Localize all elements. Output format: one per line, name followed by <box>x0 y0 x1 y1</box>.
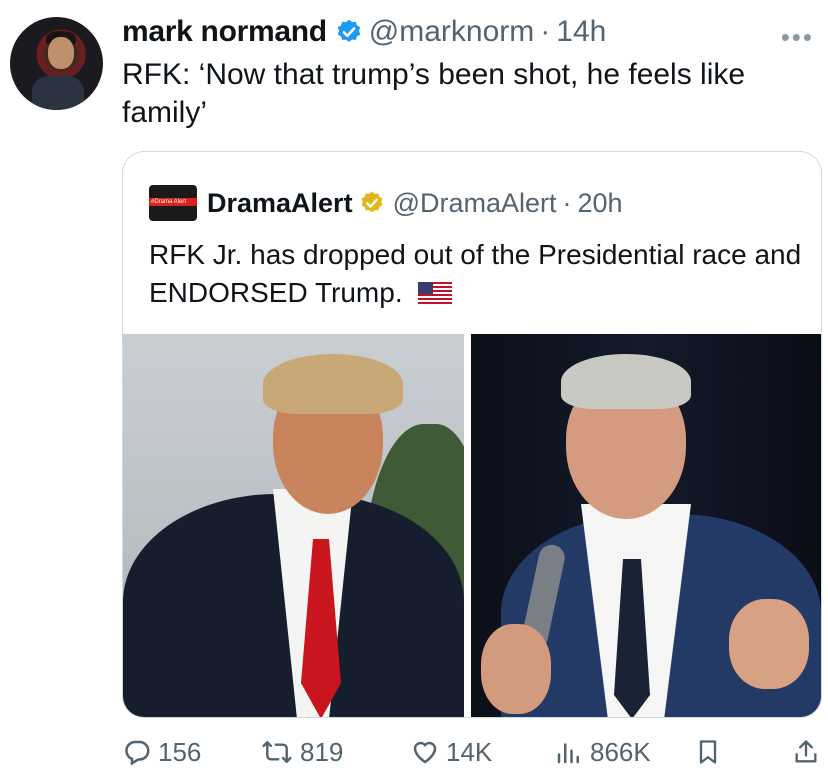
views-icon <box>557 743 579 764</box>
reply-count: 156 <box>158 736 202 767</box>
quote-header: #Drama Alert DramaAlert @DramaAlert · 20… <box>149 185 623 221</box>
reply-button[interactable]: 156 <box>122 732 201 772</box>
author-handle[interactable]: @marknorm <box>369 15 534 49</box>
author-name[interactable]: mark normand <box>122 15 327 49</box>
quote-text: RFK Jr. has dropped out of the President… <box>149 236 809 312</box>
quote-time[interactable]: 20h <box>578 188 623 219</box>
photo-rfk[interactable] <box>471 334 821 717</box>
verified-gold-badge-icon <box>361 191 383 213</box>
quote-author-name[interactable]: DramaAlert <box>207 188 353 219</box>
repost-button[interactable]: 819 <box>260 732 343 772</box>
us-flag-icon <box>418 282 453 304</box>
heart-icon <box>413 741 437 764</box>
bookmark-button[interactable] <box>694 732 728 772</box>
quote-avatar-label: #Drama Alert <box>151 199 187 205</box>
share-icon <box>795 740 817 763</box>
author-avatar[interactable] <box>10 17 103 110</box>
tweet-text: RFK: ‘Now that trump’s been shot, he fee… <box>122 58 746 129</box>
views-count: 866K <box>590 736 651 767</box>
like-count: 14K <box>446 736 493 767</box>
tweet-header: mark normand @marknorm · 14h <box>122 12 606 52</box>
more-options-icon[interactable]: ••• <box>781 22 814 53</box>
quote-author-handle[interactable]: @DramaAlert <box>393 188 557 219</box>
verified-badge-icon <box>337 19 361 42</box>
photo-trump[interactable] <box>123 334 464 717</box>
quote-separator-dot: · <box>562 187 572 218</box>
bookmark-icon <box>699 740 717 764</box>
repost-count: 819 <box>300 736 344 767</box>
reply-icon <box>125 740 150 766</box>
quoted-tweet[interactable]: #Drama Alert DramaAlert @DramaAlert · 20… <box>122 151 822 718</box>
action-bar: 156 819 14K 866K <box>122 732 822 772</box>
quote-text-body: RFK Jr. has dropped out of the President… <box>149 239 802 308</box>
separator-dot: · <box>540 15 551 48</box>
repost-icon <box>262 741 292 763</box>
like-button[interactable]: 14K <box>410 732 492 772</box>
share-button[interactable] <box>792 732 826 772</box>
tweet-time[interactable]: 14h <box>556 15 606 49</box>
views-button[interactable]: 866K <box>554 732 651 772</box>
quote-avatar[interactable]: #Drama Alert <box>149 185 197 221</box>
